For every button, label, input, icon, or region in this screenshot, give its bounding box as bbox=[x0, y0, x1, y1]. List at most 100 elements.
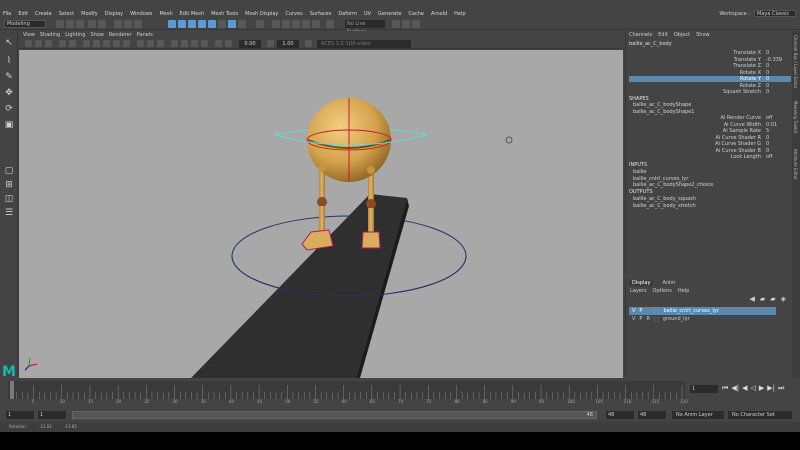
layer-name[interactable]: ground_lyr bbox=[663, 316, 690, 322]
character-set-dropdown[interactable]: No Character Set bbox=[728, 411, 792, 419]
attribute-name[interactable]: Translate Z bbox=[629, 63, 764, 69]
textured-icon[interactable] bbox=[103, 40, 110, 47]
left-lower-leg[interactable] bbox=[319, 206, 325, 232]
menu-help[interactable]: Help bbox=[454, 11, 465, 17]
attribute-name[interactable]: Translate Y bbox=[629, 57, 764, 63]
smooth-shade-icon[interactable] bbox=[93, 40, 100, 47]
attribute-value[interactable]: 0 bbox=[764, 70, 790, 76]
menu-file[interactable]: File bbox=[3, 11, 11, 17]
attribute-name[interactable]: Ai Curve Shader R bbox=[629, 135, 764, 141]
render-frame-icon[interactable] bbox=[392, 20, 400, 28]
range-end-field[interactable]: 48 bbox=[606, 411, 634, 419]
select-tool-icon[interactable]: ↖ bbox=[3, 37, 15, 49]
viewport-menu-view[interactable]: View bbox=[23, 32, 35, 38]
attribute-value[interactable]: 0 bbox=[764, 63, 790, 69]
snap-point-icon[interactable] bbox=[292, 20, 300, 28]
step-back-key-icon[interactable]: ◀| bbox=[731, 384, 739, 393]
attribute-name[interactable]: Ai Curve Shader B bbox=[629, 148, 764, 154]
layer-playback[interactable]: P bbox=[639, 316, 642, 322]
right-lower-leg[interactable] bbox=[368, 208, 374, 232]
attribute-row[interactable]: Squash Stretch 0 bbox=[629, 89, 791, 95]
layer-visibility[interactable]: V bbox=[632, 308, 635, 314]
layer-playback[interactable]: P bbox=[639, 308, 642, 314]
left-hip[interactable] bbox=[318, 164, 326, 172]
section-node[interactable]: ballie_ac_C_bodyShape2_choice bbox=[633, 182, 713, 188]
select-misc-icon[interactable] bbox=[238, 20, 246, 28]
snap-grid-icon[interactable] bbox=[272, 20, 280, 28]
select-deformations-icon[interactable] bbox=[208, 20, 216, 28]
make-live-icon[interactable] bbox=[312, 20, 320, 28]
screen-space-ao-icon[interactable] bbox=[171, 40, 178, 47]
menu-uv[interactable]: UV bbox=[364, 11, 371, 17]
attribute-value[interactable]: 0.01 bbox=[764, 122, 790, 128]
viewport-menu-panels[interactable]: Panels bbox=[137, 32, 153, 38]
menu-modify[interactable]: Modify bbox=[81, 11, 98, 17]
layer-add-icon[interactable]: ◈ bbox=[781, 295, 786, 303]
viewport-menu-show[interactable]: Show bbox=[90, 32, 104, 38]
left-upper-leg[interactable] bbox=[319, 170, 325, 198]
tab-channel-box[interactable]: Channel Box / Layer Editor bbox=[793, 35, 798, 88]
lasso-tool-icon[interactable]: ⌇ bbox=[3, 55, 15, 67]
gamma-toggle-icon[interactable] bbox=[267, 40, 274, 47]
new-scene-icon[interactable] bbox=[56, 20, 64, 28]
attribute-row[interactable]: Ai Sample Rate 5 bbox=[629, 128, 791, 134]
attribute-row[interactable]: Ai Render Curve off bbox=[629, 115, 791, 121]
attribute-name[interactable]: Rotate Z bbox=[629, 83, 764, 89]
attribute-row[interactable]: Lock Length off bbox=[629, 154, 791, 160]
layer-color-swatch[interactable] bbox=[654, 308, 660, 314]
lights-icon[interactable] bbox=[113, 40, 120, 47]
right-hip[interactable] bbox=[367, 166, 375, 174]
attribute-value[interactable]: 0 bbox=[764, 135, 790, 141]
layers-menu[interactable]: Layers bbox=[630, 288, 647, 294]
select-surfaces-icon[interactable] bbox=[198, 20, 206, 28]
end-time-field[interactable]: 48 bbox=[638, 411, 666, 419]
attribute-name[interactable]: Ai Curve Width bbox=[629, 122, 764, 128]
scale-tool-icon[interactable]: ▣ bbox=[3, 119, 15, 131]
section-node[interactable]: ballie bbox=[633, 169, 646, 175]
outliner-pane-icon[interactable]: ☰ bbox=[3, 207, 15, 219]
menu-set-dropdown[interactable]: Modeling bbox=[4, 20, 46, 28]
snap-curve-icon[interactable] bbox=[282, 20, 290, 28]
menu-deform[interactable]: Deform bbox=[338, 11, 357, 17]
attribute-value[interactable]: 0 bbox=[764, 89, 790, 95]
layer-row[interactable]: V P ballie_cntrl_curves_lyr bbox=[629, 307, 776, 315]
gamma-field[interactable]: 1.00 bbox=[277, 40, 299, 48]
help-menu[interactable]: Help bbox=[678, 288, 689, 294]
right-knee[interactable] bbox=[366, 199, 376, 209]
channels-menu[interactable]: Channels bbox=[629, 32, 652, 39]
select-joints-icon[interactable] bbox=[178, 20, 186, 28]
history-icon[interactable] bbox=[326, 20, 334, 28]
render-settings-icon[interactable] bbox=[412, 20, 420, 28]
section-node[interactable]: ballie_ac_C_bodyShape1 bbox=[633, 109, 695, 115]
attribute-value[interactable]: -0.339 bbox=[764, 57, 790, 63]
exposure-icon[interactable] bbox=[225, 40, 232, 47]
viewport-menu-shading[interactable]: Shading bbox=[40, 32, 60, 38]
select-object-icon[interactable] bbox=[124, 20, 132, 28]
rotate-tool-icon[interactable]: ⟳ bbox=[3, 103, 15, 115]
workspace-dropdown[interactable]: Maya Classic bbox=[754, 10, 796, 17]
tab-attribute-editor[interactable]: Attribute Editor bbox=[793, 149, 798, 180]
attribute-name[interactable]: Ai Curve Shader G bbox=[629, 141, 764, 147]
menu-generate[interactable]: Generate bbox=[378, 11, 401, 17]
layer-color-swatch[interactable] bbox=[653, 316, 659, 322]
attribute-name[interactable]: Rotate X bbox=[629, 70, 764, 76]
node-name[interactable]: ballie_ac_C_body bbox=[629, 41, 672, 47]
attribute-row[interactable]: Rotate X0 bbox=[629, 70, 791, 76]
current-frame-field[interactable]: 1 bbox=[690, 385, 718, 393]
anti-alias-icon[interactable] bbox=[191, 40, 198, 47]
play-back-icon[interactable]: ◁ bbox=[750, 384, 755, 393]
grid-icon[interactable] bbox=[69, 40, 76, 47]
single-pane-icon[interactable]: ▢ bbox=[3, 165, 15, 177]
menu-create[interactable]: Create bbox=[35, 11, 52, 17]
gamma-icon[interactable] bbox=[215, 40, 222, 47]
start-time-field[interactable]: 1 bbox=[6, 411, 34, 419]
go-to-start-icon[interactable]: ⏮ bbox=[722, 384, 728, 393]
menu-curves[interactable]: Curves bbox=[285, 11, 302, 17]
shadows-icon[interactable] bbox=[123, 40, 130, 47]
show-menu[interactable]: Show bbox=[696, 32, 710, 39]
current-time-marker[interactable] bbox=[10, 381, 14, 399]
menu-arnold[interactable]: Arnold bbox=[431, 11, 447, 17]
redo-icon[interactable] bbox=[98, 20, 106, 28]
camera-icon[interactable] bbox=[25, 40, 32, 47]
xray-joints-icon[interactable] bbox=[157, 40, 164, 47]
